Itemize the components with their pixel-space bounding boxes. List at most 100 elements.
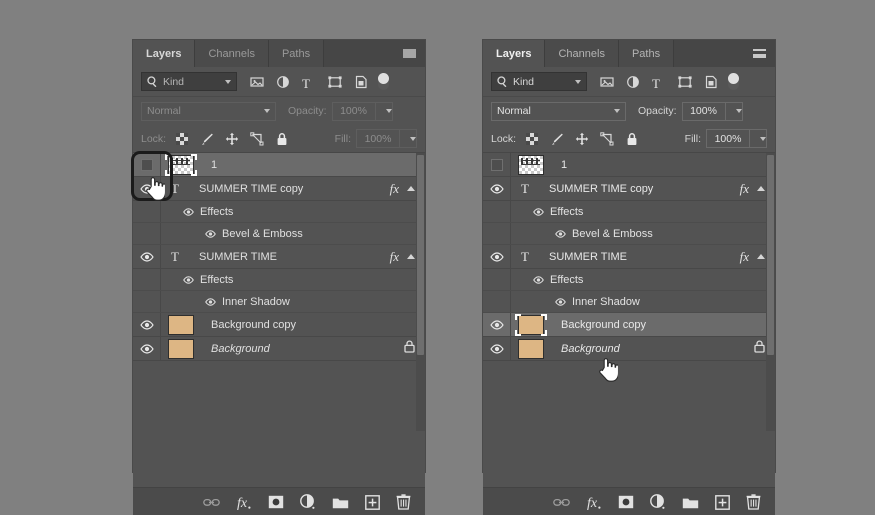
layer-thumbnail[interactable] [161, 313, 201, 336]
fill-stepper-icon[interactable] [750, 129, 767, 148]
add-layer-style-icon[interactable]: fx [586, 494, 602, 511]
layer-visibility-toggle[interactable] [133, 153, 161, 176]
layer-effects-group-row[interactable]: Effects [483, 269, 775, 291]
lock-position-icon[interactable] [225, 132, 239, 146]
layer-row[interactable]: Background copy [483, 313, 775, 337]
layer-visibility-toggle[interactable] [133, 177, 161, 200]
shape-layer-icon[interactable] [328, 75, 342, 89]
layer-effects-group-row[interactable]: Effects [133, 201, 425, 223]
layer-effects-group-row[interactable]: Effects [133, 269, 425, 291]
blend-mode-select[interactable]: Normal [491, 101, 626, 121]
layer-thumbnail[interactable] [511, 337, 551, 360]
layer-effect-row[interactable]: Inner Shadow [133, 291, 425, 313]
layer-visibility-toggle[interactable] [483, 245, 511, 268]
effect-visibility-toggle[interactable] [555, 293, 566, 311]
new-group-icon[interactable] [332, 496, 349, 509]
layer-thumbnail[interactable] [161, 337, 201, 360]
adjustment-layer-icon[interactable] [276, 75, 290, 89]
type-layer-icon[interactable]: T [302, 75, 316, 90]
layer-thumbnail[interactable] [511, 153, 551, 176]
layer-row[interactable]: T SUMMER TIME copy fx [483, 177, 775, 201]
layer-row[interactable]: 1 [133, 153, 425, 177]
layer-row[interactable]: 1 [483, 153, 775, 177]
lock-transparent-pixels-icon[interactable] [525, 132, 539, 146]
layer-visibility-toggle[interactable] [483, 177, 511, 200]
lock-artboard-icon[interactable] [600, 131, 614, 146]
layer-visibility-toggle[interactable] [483, 313, 511, 336]
panel-menu-icon[interactable] [749, 40, 769, 67]
layer-list-scrollbar[interactable] [766, 153, 775, 431]
fill-input[interactable]: 100% [706, 129, 750, 148]
tab-paths[interactable]: Paths [268, 40, 325, 67]
layer-effect-row[interactable]: Inner Shadow [483, 291, 775, 313]
collapse-effects-chevron-icon[interactable] [757, 254, 765, 259]
lock-artboard-icon[interactable] [250, 131, 264, 146]
layer-visibility-toggle[interactable] [133, 245, 161, 268]
shape-layer-icon[interactable] [678, 75, 692, 89]
new-layer-icon[interactable] [715, 494, 730, 510]
fill-input[interactable]: 100% [356, 129, 400, 148]
lock-image-pixels-icon[interactable] [200, 132, 214, 146]
opacity-stepper-icon[interactable] [725, 101, 743, 121]
tab-paths[interactable]: Paths [618, 40, 675, 67]
layer-thumbnail[interactable] [161, 153, 201, 176]
layer-effects-fx-icon[interactable]: fx [740, 181, 749, 197]
collapse-effects-chevron-icon[interactable] [407, 186, 415, 191]
layer-thumbnail[interactable] [511, 313, 551, 336]
new-adjustment-layer-icon[interactable] [300, 493, 316, 511]
link-layers-icon[interactable] [553, 497, 570, 508]
layer-row[interactable]: T SUMMER TIME fx [133, 245, 425, 269]
lock-image-pixels-icon[interactable] [550, 132, 564, 146]
opacity-input[interactable]: 100% [331, 101, 376, 121]
layer-visibility-toggle[interactable] [483, 153, 511, 176]
opacity-input[interactable]: 100% [681, 101, 726, 121]
layer-effects-fx-icon[interactable]: fx [390, 249, 399, 265]
lock-all-icon[interactable] [625, 132, 639, 146]
tab-channels[interactable]: Channels [545, 40, 619, 67]
effect-visibility-toggle[interactable] [555, 225, 566, 243]
add-layer-mask-icon[interactable] [618, 495, 634, 509]
new-layer-icon[interactable] [365, 494, 380, 510]
lock-transparent-pixels-icon[interactable] [175, 132, 189, 146]
tab-layers[interactable]: Layers [483, 40, 546, 67]
adjustment-layer-icon[interactable] [626, 75, 640, 89]
filter-kind-select[interactable]: Kind [491, 72, 587, 91]
panel-menu-icon[interactable] [399, 40, 419, 67]
filter-toggle-icon[interactable] [728, 73, 739, 90]
blend-mode-select[interactable]: Normal [141, 101, 276, 121]
new-group-icon[interactable] [682, 496, 699, 509]
filter-toggle-icon[interactable] [378, 73, 389, 90]
layer-visibility-toggle[interactable] [133, 313, 161, 336]
effect-visibility-toggle[interactable] [205, 225, 216, 243]
fill-stepper-icon[interactable] [400, 129, 417, 148]
layer-visibility-toggle[interactable] [133, 337, 161, 360]
layer-row[interactable]: Background [133, 337, 425, 361]
pixel-layer-icon[interactable] [250, 75, 264, 89]
layer-effect-row[interactable]: Bevel & Emboss [133, 223, 425, 245]
layer-visibility-toggle[interactable] [483, 337, 511, 360]
layer-effects-fx-icon[interactable]: fx [740, 249, 749, 265]
layer-list-scrollbar[interactable] [416, 153, 425, 431]
layer-row[interactable]: Background [483, 337, 775, 361]
new-adjustment-layer-icon[interactable] [650, 493, 666, 511]
layer-row[interactable]: T SUMMER TIME fx [483, 245, 775, 269]
lock-position-icon[interactable] [575, 132, 589, 146]
smart-object-icon[interactable] [704, 75, 718, 89]
type-layer-icon[interactable]: T [652, 75, 666, 90]
smart-object-icon[interactable] [354, 75, 368, 89]
pixel-layer-icon[interactable] [600, 75, 614, 89]
effect-visibility-toggle[interactable] [533, 271, 544, 289]
delete-layer-icon[interactable] [746, 494, 761, 510]
effect-visibility-toggle[interactable] [183, 271, 194, 289]
effect-visibility-toggle[interactable] [205, 293, 216, 311]
effect-visibility-toggle[interactable] [183, 203, 194, 221]
effect-visibility-toggle[interactable] [533, 203, 544, 221]
add-layer-style-icon[interactable]: fx [236, 494, 252, 511]
layer-list[interactable]: 1 T SUMMER TIME copy fx Effects Bevel & Embos… [133, 153, 425, 431]
add-layer-mask-icon[interactable] [268, 495, 284, 509]
layer-row[interactable]: T SUMMER TIME copy fx [133, 177, 425, 201]
collapse-effects-chevron-icon[interactable] [407, 254, 415, 259]
layer-list[interactable]: 1 T SUMMER TIME copy fx Effects Bevel & Embos… [483, 153, 775, 431]
delete-layer-icon[interactable] [396, 494, 411, 510]
filter-kind-select[interactable]: Kind [141, 72, 237, 91]
